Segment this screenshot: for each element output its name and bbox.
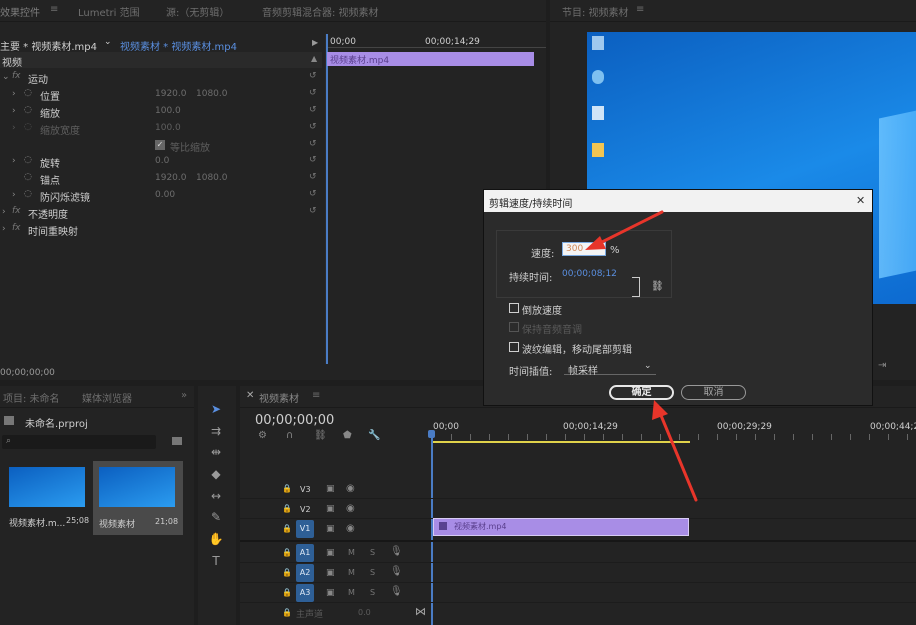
annotation-arrows (585, 210, 698, 502)
arrow-to-ok-icon (652, 400, 698, 502)
arrow-to-speed-icon (585, 210, 664, 250)
